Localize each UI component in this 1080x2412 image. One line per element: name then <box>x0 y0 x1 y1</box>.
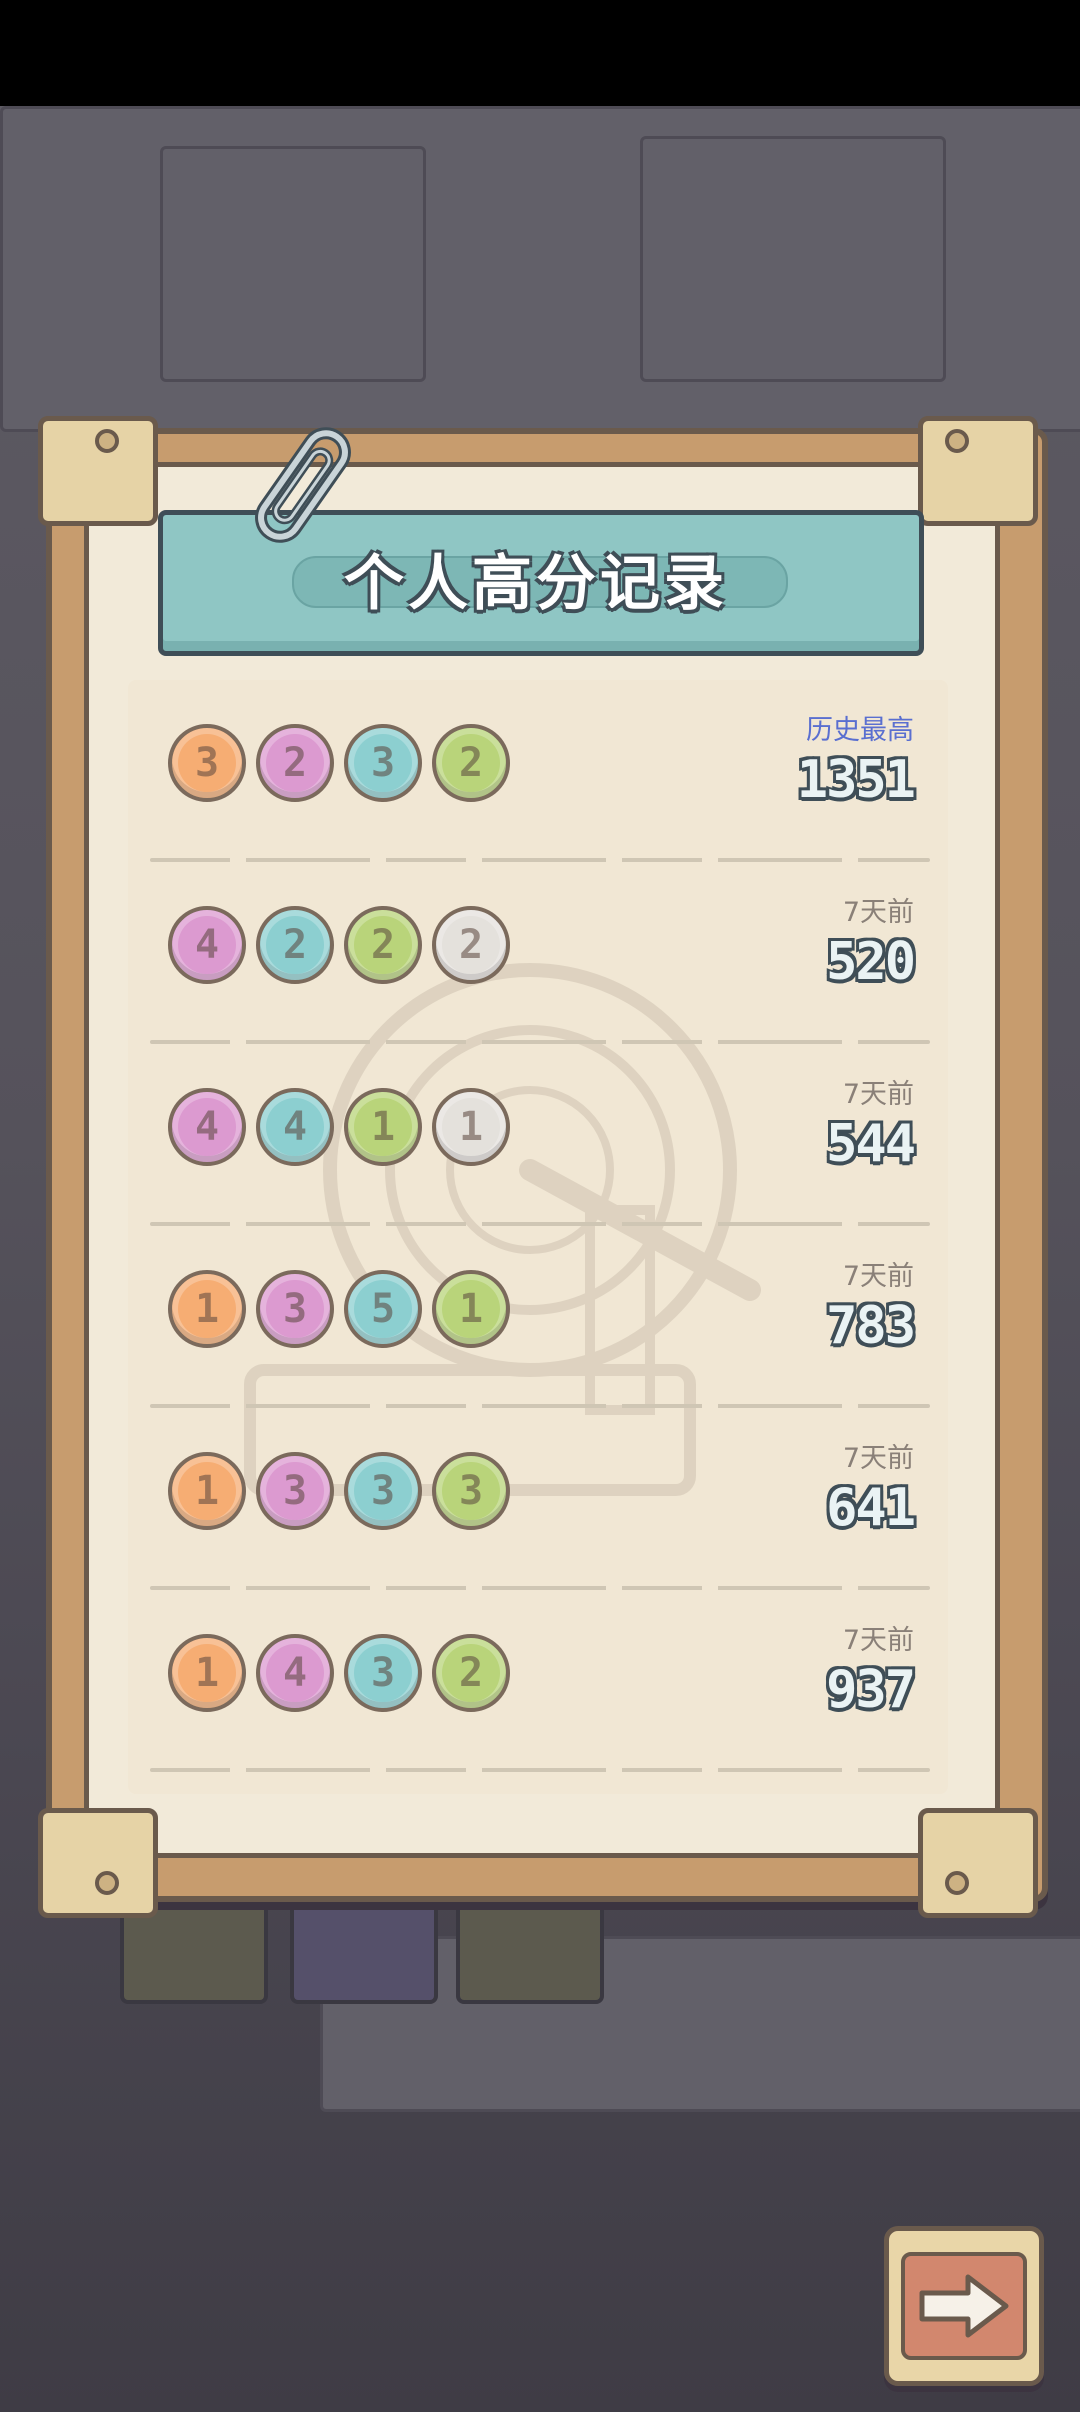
record-date-label: 7天前 <box>842 1443 914 1474</box>
arrow-right-icon <box>919 2274 1009 2338</box>
number-coin: 3 <box>344 724 422 802</box>
number-coin: 3 <box>344 1634 422 1712</box>
number-coin: 4 <box>256 1634 334 1712</box>
number-coin: 3 <box>256 1270 334 1348</box>
record-row: 1 4 3 2 7天前 937 <box>150 1590 930 1772</box>
paperclip-icon <box>255 427 351 543</box>
number-coin: 1 <box>344 1088 422 1166</box>
record-score: 1351 <box>796 750 916 810</box>
background-card <box>456 1886 604 2004</box>
number-coin: 4 <box>168 1088 246 1166</box>
background-board <box>160 146 426 382</box>
record-score: 937 <box>826 1660 916 1720</box>
background-board <box>640 136 946 382</box>
record-row: 1 3 3 3 7天前 641 <box>150 1408 930 1590</box>
record-date-label: 7天前 <box>842 1261 914 1292</box>
number-coin: 1 <box>432 1088 510 1166</box>
number-coin: 1 <box>168 1452 246 1530</box>
record-score: 520 <box>826 932 916 992</box>
panel-corner <box>38 1808 158 1918</box>
record-score: 641 <box>826 1478 916 1538</box>
record-row: 3 2 3 2 历史最高 1351 <box>150 680 930 862</box>
row-divider <box>150 1768 930 1772</box>
record-row: 4 2 2 2 7天前 520 <box>150 862 930 1044</box>
number-coin: 3 <box>256 1452 334 1530</box>
number-coin: 3 <box>168 724 246 802</box>
number-coin: 1 <box>168 1270 246 1348</box>
number-coin: 1 <box>432 1270 510 1348</box>
next-button[interactable] <box>884 2226 1044 2386</box>
record-date-label: 7天前 <box>842 1625 914 1656</box>
number-coin: 2 <box>256 906 334 984</box>
panel-corner <box>918 1808 1038 1918</box>
number-coin: 3 <box>432 1452 510 1530</box>
record-row: 4 4 1 1 7天前 544 <box>150 1044 930 1226</box>
record-date-label: 7天前 <box>842 1079 914 1110</box>
record-row: 1 3 5 1 7天前 783 <box>150 1226 930 1408</box>
background-card <box>290 1886 438 2004</box>
number-coin: 2 <box>256 724 334 802</box>
number-coin: 4 <box>256 1088 334 1166</box>
status-bar <box>0 0 1080 106</box>
panel-corner <box>38 416 158 526</box>
panel-corner <box>918 416 1038 526</box>
record-score: 544 <box>826 1114 916 1174</box>
number-coin: 2 <box>432 1634 510 1712</box>
number-coin: 4 <box>168 906 246 984</box>
record-score: 783 <box>826 1296 916 1356</box>
next-button-face[interactable] <box>901 2252 1027 2360</box>
number-coin: 5 <box>344 1270 422 1348</box>
number-coin: 2 <box>344 906 422 984</box>
best-record-label: 历史最高 <box>806 715 914 746</box>
number-coin: 2 <box>432 906 510 984</box>
number-coin: 1 <box>168 1634 246 1712</box>
number-coin: 3 <box>344 1452 422 1530</box>
record-date-label: 7天前 <box>842 897 914 928</box>
number-coin: 2 <box>432 724 510 802</box>
